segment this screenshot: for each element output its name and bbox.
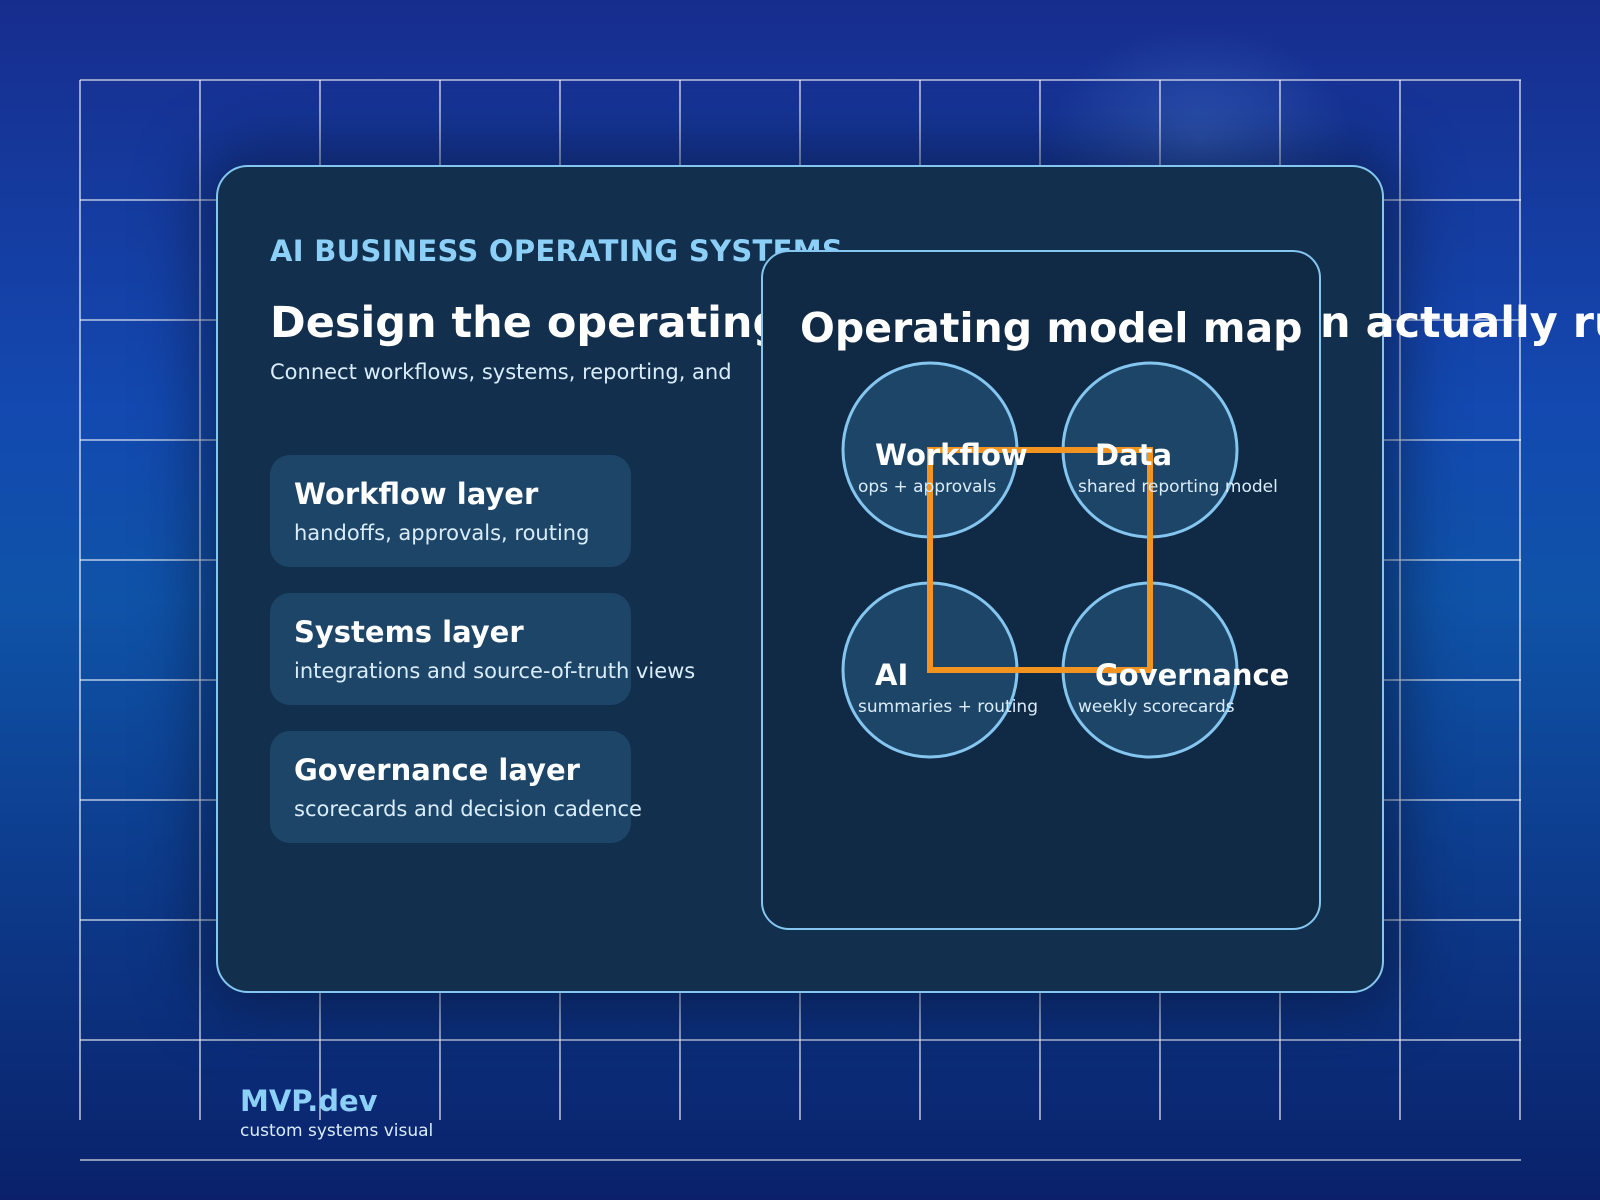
headline: Design the operating bbox=[270, 298, 783, 348]
governance-layer-card: Governance layer scorecards and decision… bbox=[270, 731, 642, 843]
node-data-subtitle: shared reporting model bbox=[1078, 477, 1278, 497]
map-title: Operating model map bbox=[800, 304, 1303, 352]
layer-description: scorecards and decision cadence bbox=[294, 797, 642, 821]
brand-name: MVP.dev bbox=[240, 1084, 378, 1118]
layer-title: Systems layer bbox=[294, 615, 524, 649]
layer-description: handoffs, approvals, routing bbox=[294, 521, 590, 545]
node-ai-subtitle: summaries + routing bbox=[858, 697, 1038, 717]
node-workflow-title: Workflow bbox=[875, 438, 1028, 472]
brand-tagline: custom systems visual bbox=[240, 1121, 434, 1141]
subheadline: Connect workflows, systems, reporting, a… bbox=[270, 360, 732, 384]
layer-title: Workflow layer bbox=[294, 477, 539, 511]
node-ai-title: AI bbox=[875, 658, 909, 692]
operating-model-map-panel bbox=[761, 250, 1321, 930]
workflow-layer-card: Workflow layer handoffs, approvals, rout… bbox=[270, 455, 631, 567]
node-data-title: Data bbox=[1095, 438, 1173, 472]
layer-description: integrations and source-of-truth views bbox=[294, 659, 696, 683]
canvas: AI BUSINESS OPERATING SYSTEMS Design the… bbox=[0, 0, 1600, 1200]
headline-overflow: n actually ru bbox=[1320, 298, 1600, 348]
node-governance-title: Governance bbox=[1095, 658, 1290, 692]
systems-layer-card: Systems layer integrations and source-of… bbox=[270, 593, 695, 705]
node-governance-subtitle: weekly scorecards bbox=[1078, 697, 1235, 717]
layer-title: Governance layer bbox=[294, 753, 580, 787]
node-workflow-subtitle: ops + approvals bbox=[858, 477, 997, 497]
headline-text: Design the operating bbox=[270, 298, 784, 348]
eyebrow-label: AI BUSINESS OPERATING SYSTEMS bbox=[270, 234, 844, 268]
